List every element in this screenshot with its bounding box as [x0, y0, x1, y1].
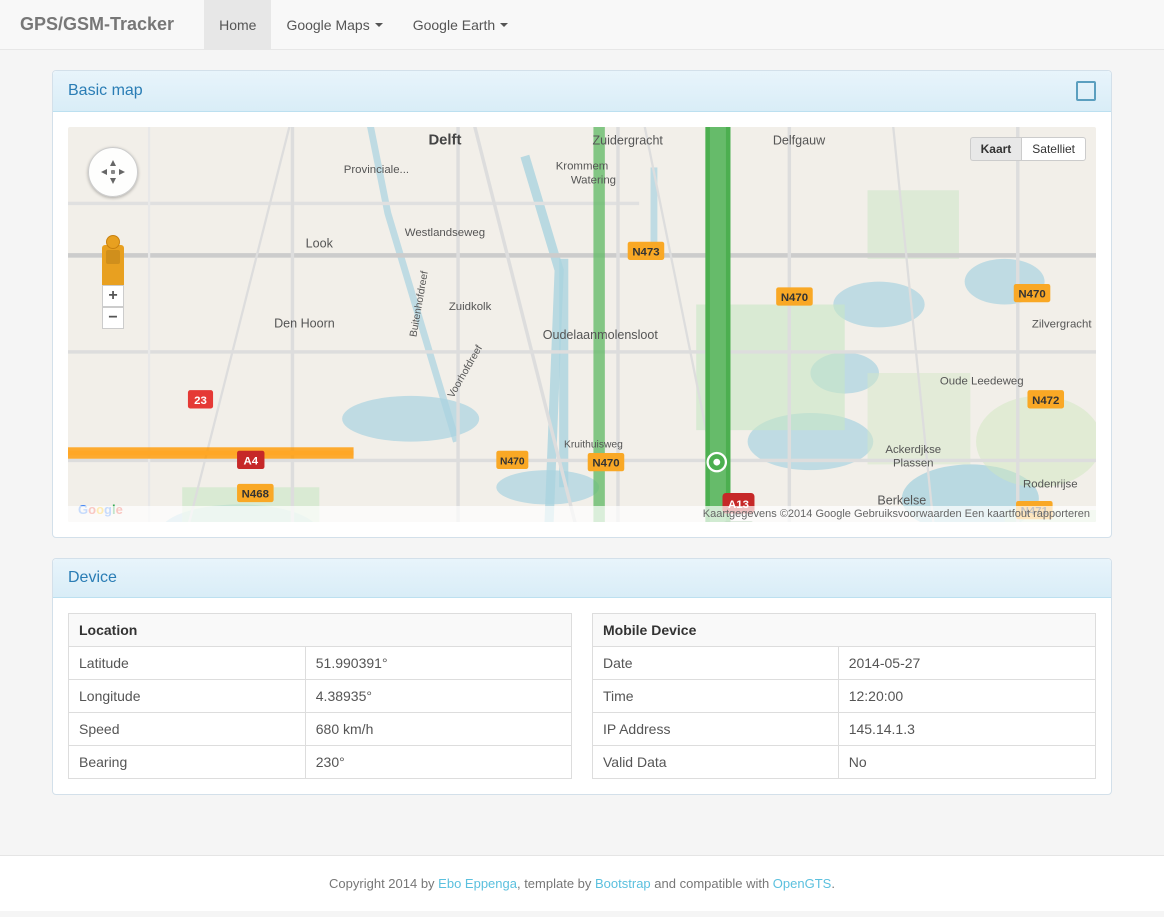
table-row: Valid DataNo	[593, 746, 1096, 779]
zoom-controls: + −	[88, 237, 138, 329]
mobile-value: No	[838, 746, 1095, 779]
map-panel-heading: Basic map	[53, 71, 1111, 112]
main-content: Basic map	[32, 50, 1132, 835]
chevron-down-icon	[375, 23, 383, 27]
map-attribution: Kaartgegevens ©2014 Google Gebruiksvoorw…	[68, 506, 1096, 522]
footer-text-middle: , template by	[517, 876, 595, 891]
device-panel-title: Device	[68, 569, 117, 587]
mobile-label: Date	[593, 647, 839, 680]
footer-text-after: and compatible with	[651, 876, 773, 891]
svg-text:Zilvergracht: Zilvergracht	[1032, 318, 1092, 330]
map-container: A13 E19 N470 N473 N470 N468	[68, 127, 1096, 522]
mobile-value: 2014-05-27	[838, 647, 1095, 680]
device-panel-heading: Device	[53, 559, 1111, 598]
footer: Copyright 2014 by Ebo Eppenga, template …	[0, 855, 1164, 911]
svg-text:Ackerdjkse: Ackerdjkse	[885, 444, 941, 456]
location-value: 680 km/h	[305, 713, 571, 746]
map-image: A13 E19 N470 N473 N470 N468	[68, 127, 1096, 522]
location-table: Location Latitude51.990391°Longitude4.38…	[68, 613, 572, 779]
svg-text:Kruithuisweg: Kruithuisweg	[564, 439, 623, 450]
svg-text:Krommem: Krommem	[556, 161, 609, 173]
nav-home[interactable]: Home	[204, 0, 271, 50]
table-row: Latitude51.990391°	[69, 647, 572, 680]
map-controls: + −	[88, 147, 138, 329]
svg-text:N473: N473	[632, 246, 659, 258]
chevron-down-icon	[500, 23, 508, 27]
svg-text:Delfgauw: Delfgauw	[773, 134, 826, 148]
table-row: Speed680 km/h	[69, 713, 572, 746]
table-row: Longitude4.38935°	[69, 680, 572, 713]
brand[interactable]: GPS/GSM-Tracker	[20, 14, 174, 35]
footer-bootstrap-link[interactable]: Bootstrap	[595, 876, 651, 891]
svg-text:N470: N470	[1018, 289, 1045, 301]
navbar: GPS/GSM-Tracker Home Google Maps Google …	[0, 0, 1164, 50]
mobile-value: 12:20:00	[838, 680, 1095, 713]
table-row: Bearing230°	[69, 746, 572, 779]
svg-text:Watering: Watering	[571, 174, 616, 186]
svg-text:Rodenrijse: Rodenrijse	[1023, 478, 1078, 490]
footer-text-end: .	[831, 876, 835, 891]
location-value: 51.990391°	[305, 647, 571, 680]
svg-text:N470: N470	[592, 458, 619, 470]
map-panel: Basic map	[52, 70, 1112, 538]
svg-text:N472: N472	[1032, 395, 1059, 407]
svg-text:Westlandseweg: Westlandseweg	[405, 227, 485, 239]
footer-text-before: Copyright 2014 by	[329, 876, 438, 891]
svg-text:23: 23	[194, 395, 207, 407]
mobile-table: Mobile Device Date2014-05-27Time12:20:00…	[592, 613, 1096, 779]
svg-text:N470: N470	[500, 456, 525, 467]
map-pan-control[interactable]	[88, 147, 138, 197]
nav-google-maps[interactable]: Google Maps	[271, 0, 397, 50]
footer-opengts-link[interactable]: OpenGTS	[773, 876, 832, 891]
mobile-label: Valid Data	[593, 746, 839, 779]
svg-text:Oude Leedeweg: Oude Leedeweg	[940, 375, 1024, 387]
svg-text:Provinciale...: Provinciale...	[344, 164, 409, 176]
mobile-value: 145.14.1.3	[838, 713, 1095, 746]
svg-text:Zuidkolk: Zuidkolk	[449, 301, 492, 313]
device-panel: Device Location Latitude51.990391°Longit…	[52, 558, 1112, 795]
location-label: Bearing	[69, 746, 306, 779]
nav-google-earth[interactable]: Google Earth	[398, 0, 524, 50]
table-row: Time12:20:00	[593, 680, 1096, 713]
map-type-buttons: Kaart Satelliet	[970, 137, 1086, 161]
svg-text:N468: N468	[242, 489, 269, 501]
zoom-in-button[interactable]: +	[102, 285, 124, 307]
pan-arrows-icon	[98, 157, 128, 187]
mobile-label: Time	[593, 680, 839, 713]
svg-text:N470: N470	[781, 292, 808, 304]
svg-text:Den Hoorn: Den Hoorn	[274, 316, 335, 330]
pegman[interactable]	[102, 245, 124, 285]
table-row: IP Address145.14.1.3	[593, 713, 1096, 746]
expand-icon[interactable]	[1076, 81, 1096, 101]
location-label: Speed	[69, 713, 306, 746]
map-panel-title: Basic map	[68, 82, 143, 100]
location-table-heading: Location	[69, 614, 572, 647]
map-type-kaart-button[interactable]: Kaart	[970, 137, 1022, 161]
mobile-label: IP Address	[593, 713, 839, 746]
svg-text:Zuidergracht: Zuidergracht	[592, 134, 663, 148]
location-label: Latitude	[69, 647, 306, 680]
svg-text:Look: Look	[306, 236, 334, 250]
svg-text:A4: A4	[243, 455, 258, 467]
location-value: 230°	[305, 746, 571, 779]
map-panel-body: A13 E19 N470 N473 N470 N468	[53, 112, 1111, 537]
location-value: 4.38935°	[305, 680, 571, 713]
svg-text:Oudelaanmolensloot: Oudelaanmolensloot	[543, 328, 659, 342]
zoom-out-button[interactable]: −	[102, 307, 124, 329]
table-row: Date2014-05-27	[593, 647, 1096, 680]
location-label: Longitude	[69, 680, 306, 713]
device-grid: Location Latitude51.990391°Longitude4.38…	[68, 613, 1096, 779]
svg-text:Delft: Delft	[428, 133, 461, 149]
map-type-satelliet-button[interactable]: Satelliet	[1021, 137, 1086, 161]
mobile-table-heading: Mobile Device	[593, 614, 1096, 647]
svg-text:Plassen: Plassen	[893, 458, 934, 470]
footer-author-link[interactable]: Ebo Eppenga	[438, 876, 517, 891]
device-panel-body: Location Latitude51.990391°Longitude4.38…	[53, 598, 1111, 794]
